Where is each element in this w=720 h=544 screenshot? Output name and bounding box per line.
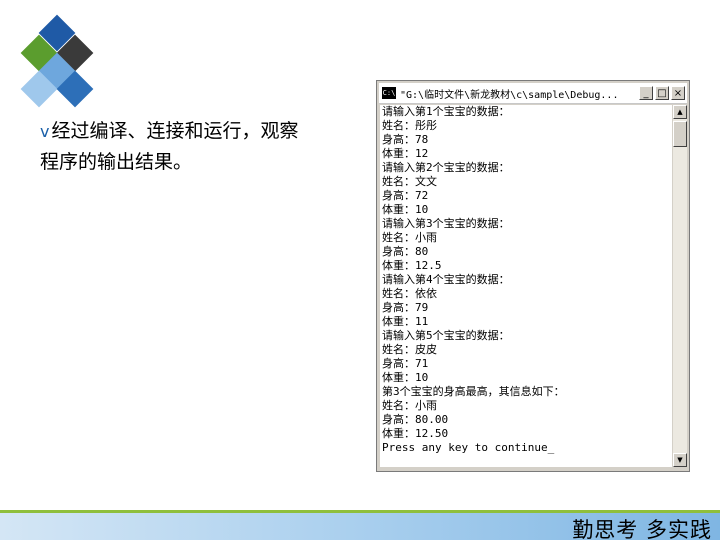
close-button[interactable]: × [671,86,685,100]
console-window: C:\ "G:\临时文件\新龙教材\c\sample\Debug... _ □ … [376,80,690,472]
console-line: 姓名：彤彤 [382,119,437,132]
console-line: 身高：80 [382,245,429,258]
scroll-thumb[interactable] [673,121,687,147]
console-line: 身高：71 [382,357,429,370]
console-line: 体重：11 [382,315,429,328]
console-line: 姓名：文文 [382,175,437,188]
window-title: "G:\临时文件\新龙教材\c\sample\Debug... [400,89,619,101]
text-line-2: 程序的输出结果。 [40,151,193,173]
console-line: 第3个宝宝的身高最高，其信息如下： [382,385,565,398]
console-line: 请输入第5个宝宝的数据： [382,329,510,342]
console-line: 姓名：皮皮 [382,343,437,356]
console-line: 姓名：小雨 [382,231,437,244]
console-app-icon[interactable]: C:\ [382,87,396,99]
console-line: 姓名：小雨 [382,399,437,412]
vertical-scrollbar[interactable]: ▲ ▼ [673,105,687,467]
window-titlebar[interactable]: C:\ "G:\临时文件\新龙教材\c\sample\Debug... _ □ … [379,83,687,104]
slide-body-text: v 经过编译、连接和运行，观察 程序的输出结果。 [40,116,380,177]
console-line: Press any key to continue_ [382,441,555,454]
console-line: 请输入第1个宝宝的数据： [382,105,510,118]
console-line: 身高：72 [382,189,429,202]
console-line: 请输入第4个宝宝的数据： [382,273,510,286]
text-line-1-content: 经过编译、连接和运行，观察 [51,120,299,142]
console-output[interactable]: 请输入第1个宝宝的数据： 姓名：彤彤 身高：78 体重：12 请输入第2个宝宝的数据：姓… [380,105,672,467]
console-line: 请输入第2个宝宝的数据： [382,161,510,174]
scroll-up-button[interactable]: ▲ [673,105,687,119]
logo [14,14,104,114]
console-line: 体重：10 [382,203,429,216]
text-line-1: v 经过编译、连接和运行，观察 [40,116,380,147]
console-line: 体重：12 [382,147,429,160]
console-line: 身高：78 [382,133,429,146]
console-line: 体重：12.5 [382,259,442,272]
maximize-button[interactable]: □ [655,86,669,100]
bullet-icon: v [40,122,50,141]
console-line: 身高：79 [382,301,429,314]
console-line: 体重：10 [382,371,429,384]
console-line: 身高：80.00 [382,413,449,426]
console-line: 请输入第3个宝宝的数据： [382,217,510,230]
console-line: 姓名：依依 [382,287,437,300]
scroll-down-button[interactable]: ▼ [673,453,687,467]
console-line: 体重：12.50 [382,427,449,440]
minimize-button[interactable]: _ [639,86,653,100]
